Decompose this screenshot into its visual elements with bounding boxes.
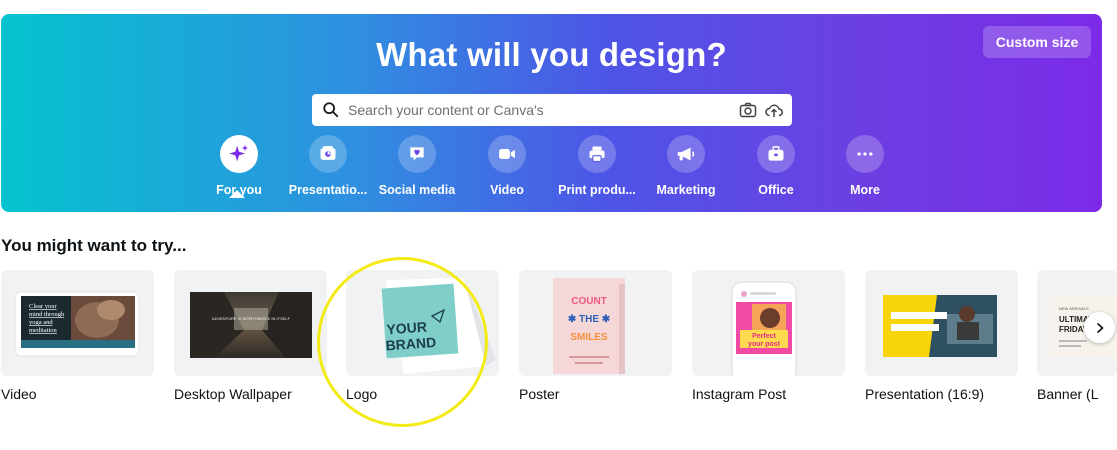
category-label: Office xyxy=(758,183,794,197)
category-circle xyxy=(578,135,616,173)
canva-home: What will you design? Custom size For yo… xyxy=(0,0,1117,450)
category-circle xyxy=(220,135,258,173)
suggestion-card-poster[interactable]: COUNT ✱ THE ✱ SMILES Poster xyxy=(519,270,672,402)
video-thumbnail-image: Clear your mind through yoga and meditat… xyxy=(14,291,140,357)
chevron-right-icon xyxy=(1096,322,1103,333)
svg-text:SMILES: SMILES xyxy=(570,332,608,343)
card-label: Desktop Wallpaper xyxy=(174,386,292,402)
camera-icon[interactable] xyxy=(738,100,758,120)
sparkle-icon xyxy=(229,144,249,162)
search-bar[interactable] xyxy=(312,94,792,126)
category-social-media[interactable]: Social media xyxy=(372,135,462,197)
category-label: Marketing xyxy=(656,183,716,197)
briefcase-icon xyxy=(768,146,784,161)
search-icon xyxy=(323,102,339,118)
section-title: You might want to try... xyxy=(1,236,187,255)
card-thumbnail: COUNT ✱ THE ✱ SMILES xyxy=(519,270,672,376)
yellow-highlight-circle xyxy=(317,257,488,427)
svg-text:yoga and: yoga and xyxy=(29,319,53,326)
svg-text:Perfect: Perfect xyxy=(752,333,776,340)
svg-text:NEW ARRIVALS: NEW ARRIVALS xyxy=(1059,306,1089,311)
card-label: Video xyxy=(1,386,37,402)
video-camera-icon xyxy=(499,149,515,159)
instagram-thumbnail-image: Perfect your post xyxy=(731,281,797,376)
category-circle xyxy=(309,135,347,173)
hero-banner: What will you design? Custom size For yo… xyxy=(1,14,1102,212)
card-label: Instagram Post xyxy=(692,386,787,402)
category-circle xyxy=(488,135,526,173)
suggestion-card-video[interactable]: Clear your mind through yoga and meditat… xyxy=(1,270,154,402)
active-category-pointer xyxy=(229,190,245,198)
presentation-thumbnail-image xyxy=(883,295,997,357)
search-input[interactable] xyxy=(348,102,732,118)
svg-text:mind through: mind through xyxy=(29,311,65,318)
svg-text:meditation: meditation xyxy=(29,327,58,334)
suggestion-card-presentation[interactable]: Presentation (16:9) xyxy=(865,270,1018,402)
category-circle xyxy=(757,135,795,173)
category-label: Print produ... xyxy=(558,183,636,197)
category-circle xyxy=(846,135,884,173)
suggestion-card-desktop-wallpaper[interactable]: ADVENTURE IS WORTHWHILE IN ITSELF Deskto… xyxy=(174,270,327,402)
printer-icon xyxy=(589,146,605,163)
hero-title: What will you design? xyxy=(376,36,727,73)
card-thumbnail xyxy=(865,270,1018,376)
card-thumbnail: Clear your mind through yoga and meditat… xyxy=(1,270,154,376)
svg-text:COUNT: COUNT xyxy=(571,296,607,307)
card-thumbnail: Perfect your post xyxy=(692,270,845,376)
category-video[interactable]: Video xyxy=(462,135,552,197)
card-label: Banner (L xyxy=(1037,386,1099,402)
svg-text:ADVENTURE IS WORTHWHILE IN ITS: ADVENTURE IS WORTHWHILE IN ITSELF xyxy=(212,316,291,321)
card-label: Poster xyxy=(519,386,560,402)
category-print-products[interactable]: Print produ... xyxy=(552,135,642,197)
category-label: Video xyxy=(490,183,524,197)
category-for-you[interactable]: For you xyxy=(194,135,284,197)
presentation-icon xyxy=(320,146,336,160)
megaphone-icon xyxy=(677,147,695,161)
category-marketing[interactable]: Marketing xyxy=(641,135,731,197)
suggestion-card-instagram-post[interactable]: Perfect your post Instagram Post xyxy=(692,270,845,402)
card-thumbnail: ADVENTURE IS WORTHWHILE IN ITSELF xyxy=(174,270,327,376)
svg-text:your post: your post xyxy=(748,341,781,348)
category-label: Social media xyxy=(378,183,456,197)
category-label: Presentatio... xyxy=(288,183,368,197)
category-circle xyxy=(667,135,705,173)
svg-text:✱ THE ✱: ✱ THE ✱ xyxy=(568,314,611,325)
custom-size-button[interactable]: Custom size xyxy=(983,26,1091,58)
category-label: More xyxy=(850,183,880,197)
category-office[interactable]: Office xyxy=(731,135,821,197)
category-presentations[interactable]: Presentatio... xyxy=(283,135,373,197)
heart-chat-icon xyxy=(410,147,424,161)
card-label: Presentation (16:9) xyxy=(865,386,985,402)
poster-thumbnail-image: COUNT ✱ THE ✱ SMILES xyxy=(553,278,625,374)
svg-text:Clear your: Clear your xyxy=(29,303,57,310)
more-dots-icon xyxy=(857,152,873,156)
wallpaper-thumbnail-image: ADVENTURE IS WORTHWHILE IN ITSELF xyxy=(190,292,312,358)
carousel-next-button[interactable] xyxy=(1084,312,1115,343)
category-bar: For you Presentatio... Social media Vide… xyxy=(1,135,1102,205)
category-circle xyxy=(398,135,436,173)
upload-cloud-icon[interactable] xyxy=(764,100,784,120)
category-more[interactable]: More xyxy=(820,135,910,197)
